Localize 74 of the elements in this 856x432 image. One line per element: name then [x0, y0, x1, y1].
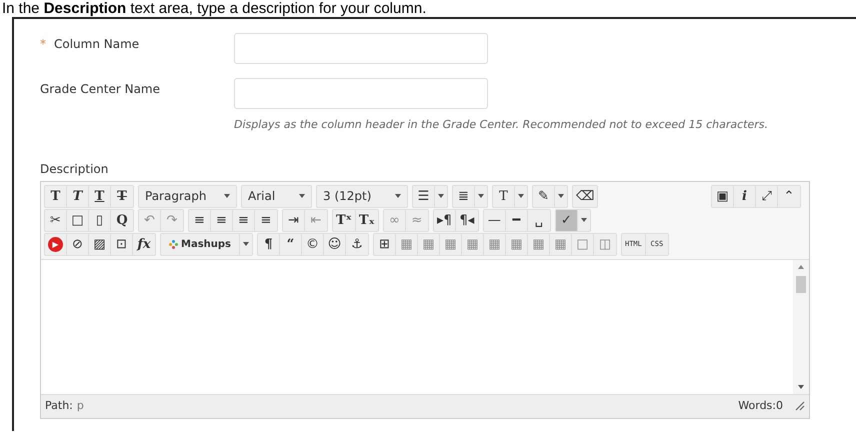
toolbar-button[interactable]: Q [111, 210, 133, 230]
toolbar-button[interactable]: ¶◂ [456, 210, 478, 230]
toolbar-button[interactable]: T [493, 186, 515, 206]
toolbar-button[interactable]: ▨ [89, 234, 111, 254]
caret-icon [299, 194, 305, 198]
toolbar-button[interactable]: ≡ [255, 210, 277, 230]
dropdown-button[interactable] [555, 186, 567, 206]
toolbar-button[interactable]: “ [280, 234, 302, 254]
toolbar-button[interactable]: ✓ [556, 210, 578, 230]
caret-icon [243, 242, 249, 246]
toolbar-button[interactable]: ⌃ [778, 186, 800, 206]
toolbar-button[interactable]: ␣ [528, 210, 550, 230]
toolbar-button[interactable]: ▶ [45, 234, 67, 254]
dropdown-select[interactable]: 3 (12pt) [317, 186, 407, 206]
dropdown-select[interactable]: Arial [242, 186, 311, 206]
dropdown-button[interactable] [475, 186, 487, 206]
toolbar-button[interactable]: Tₓ [356, 210, 378, 230]
toolbar-button[interactable]: T [89, 186, 111, 206]
dropdown-button[interactable] [240, 234, 252, 254]
toolbar-button[interactable]: ≡ [233, 210, 255, 230]
dropdown-button[interactable] [435, 186, 447, 206]
toolbar-button[interactable]: ⇥ [283, 210, 305, 230]
toolbar-button[interactable]: © [302, 234, 324, 254]
dropdown-button[interactable] [515, 186, 527, 206]
toolbar-button[interactable]: ¶ [258, 234, 280, 254]
toolbar-button[interactable]: ≡ [189, 210, 211, 230]
resize-grip-icon[interactable] [795, 401, 805, 411]
toolbar-button[interactable]: i [734, 186, 756, 206]
field-label: Column Name [54, 36, 140, 53]
scrollbar[interactable] [793, 260, 809, 394]
dropdown-select[interactable]: Paragraph [139, 186, 236, 206]
caret-icon [438, 194, 444, 198]
instruction-text: In the Description text area, type a description for your column. [1, 0, 428, 17]
caret-icon [478, 194, 484, 198]
toolbar-button[interactable]: ⊞ [374, 234, 396, 254]
toolbar-button[interactable]: T [111, 186, 133, 206]
field-label: Grade Center Name [40, 81, 160, 98]
caret-icon [224, 194, 230, 198]
text-input[interactable] [234, 78, 488, 109]
text-input[interactable] [234, 33, 488, 64]
path-value: p [76, 398, 84, 414]
caret-icon [518, 194, 524, 198]
toolbar-button[interactable]: ⌫ [573, 186, 598, 206]
toolbar-button[interactable]: □ [67, 210, 89, 230]
toolbar-button[interactable]: T [67, 186, 89, 206]
toolbar-button[interactable]: T [45, 186, 67, 206]
toolbar-button[interactable]: ▣ [712, 186, 734, 206]
hint-text: Displays as the column header in the Grade Center. Recommended not to exceed 15 characters. [234, 117, 770, 133]
toolbar-button[interactable]: ☺ [324, 234, 346, 254]
toolbar-button[interactable]: ▸¶ [434, 210, 456, 230]
toolbar-button[interactable]: ⊡ [111, 234, 133, 254]
toolbar-button[interactable]: ⊘ [67, 234, 89, 254]
mashups-icon [169, 240, 178, 248]
toolbar-button[interactable]: Tˣ [333, 210, 356, 230]
toolbar-button[interactable]: ✎ [533, 186, 555, 206]
mashups-button[interactable]: Mashups [161, 234, 240, 254]
toolbar-button[interactable]: ≣ [453, 186, 475, 206]
toolbar-button[interactable]: ⤢ [756, 186, 778, 206]
toolbar-button[interactable]: ≡ [211, 210, 233, 230]
required-mark: * [40, 36, 46, 53]
path-label: Path: [45, 398, 73, 414]
field-label: Description [40, 160, 110, 178]
caret-icon [395, 194, 401, 198]
toolbar-button[interactable]: ☰ [413, 186, 435, 206]
word-count: Words:0 [738, 398, 783, 414]
dropdown-button[interactable] [578, 210, 590, 230]
toolbar-button[interactable]: ⚓ [346, 234, 368, 254]
caret-icon [580, 218, 587, 222]
toolbar-button[interactable]: ━ [506, 210, 528, 230]
toolbar-button[interactable]: — [484, 210, 506, 230]
toolbar-button[interactable]: fx [133, 234, 155, 254]
toolbar-button[interactable]: ✂ [45, 210, 67, 230]
caret-icon [558, 194, 564, 198]
toolbar-button[interactable]: ▯ [89, 210, 111, 230]
